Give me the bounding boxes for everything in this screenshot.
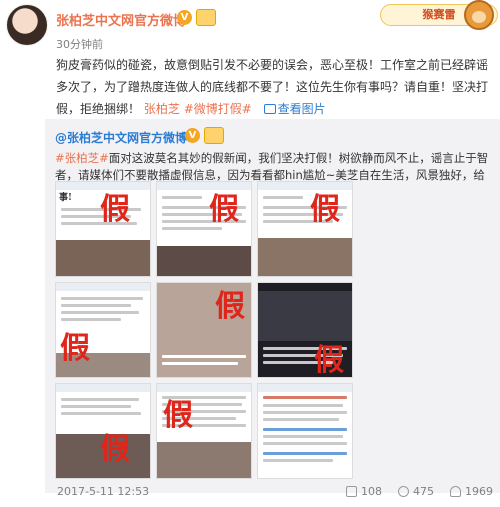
- hashtag-link[interactable]: #微博打假#: [184, 102, 252, 116]
- sticker: 猴赛雷: [380, 0, 498, 40]
- post-time[interactable]: 30分钟前: [56, 36, 103, 52]
- tile-caption: 事!: [59, 193, 72, 203]
- image-thumbnail[interactable]: 假: [257, 282, 353, 378]
- post-body: 狗皮膏药似的碰瓷，故意倒贴引发不必要的误会，恶心至极！工作室之前已经辟谣多次了，…: [56, 54, 494, 120]
- image-thumbnail[interactable]: [257, 383, 353, 479]
- fake-mark: 假: [310, 192, 340, 227]
- post-header: 张柏芝中文网官方微博 V 30分钟前 猴赛雷: [0, 0, 500, 56]
- like-icon[interactable]: [450, 486, 461, 497]
- like-count[interactable]: 1969: [465, 485, 493, 498]
- image-grid: 事! 假 假 假 假 假 假 假 假: [55, 181, 355, 481]
- comment-icon[interactable]: [398, 486, 409, 497]
- share-count[interactable]: 108: [361, 485, 382, 498]
- reposted-card[interactable]: @张柏芝中文网官方微博 V #张柏芝#面对这波莫名其妙的假新闻，我们坚决打假！树…: [45, 119, 500, 493]
- post-footer: 2017-5-11 12:53 108 475 1969: [0, 480, 500, 507]
- fake-mark: 假: [215, 289, 245, 324]
- image-thumbnail[interactable]: 假: [257, 181, 353, 277]
- image-thumbnail[interactable]: 事! 假: [55, 181, 151, 277]
- image-thumbnail[interactable]: 假: [156, 282, 252, 378]
- image-thumbnail[interactable]: 假: [55, 383, 151, 479]
- monkey-icon: [464, 0, 494, 30]
- post-date: 2017-5-11 12:53: [57, 485, 150, 498]
- image-thumbnail[interactable]: 假: [156, 181, 252, 277]
- mention-link[interactable]: 张柏芝: [144, 102, 180, 116]
- fake-mark: 假: [209, 192, 239, 227]
- comment-count[interactable]: 475: [413, 485, 434, 498]
- image-thumbnail[interactable]: 假: [55, 282, 151, 378]
- view-picture-link[interactable]: 查看图片: [278, 102, 326, 116]
- medal-icon: [204, 127, 224, 144]
- post-author-name[interactable]: 张柏芝中文网官方微博: [56, 10, 186, 29]
- repost-hashtag[interactable]: #张柏芝#: [55, 151, 109, 165]
- medal-icon: [196, 9, 216, 26]
- verified-icon: V: [185, 128, 200, 143]
- fake-mark: 假: [314, 343, 344, 378]
- picture-icon: [263, 104, 276, 114]
- fake-mark: 假: [163, 398, 193, 433]
- fake-mark: 假: [100, 192, 130, 227]
- share-icon[interactable]: [346, 486, 357, 497]
- fake-mark: 假: [100, 432, 130, 467]
- avatar[interactable]: [6, 4, 48, 46]
- repost-author[interactable]: @张柏芝中文网官方微博: [55, 129, 187, 146]
- verified-icon: V: [177, 10, 192, 25]
- fake-mark: 假: [60, 331, 90, 366]
- image-thumbnail[interactable]: 假: [156, 383, 252, 479]
- repost-author-name[interactable]: @张柏芝中文网官方微博: [55, 131, 187, 145]
